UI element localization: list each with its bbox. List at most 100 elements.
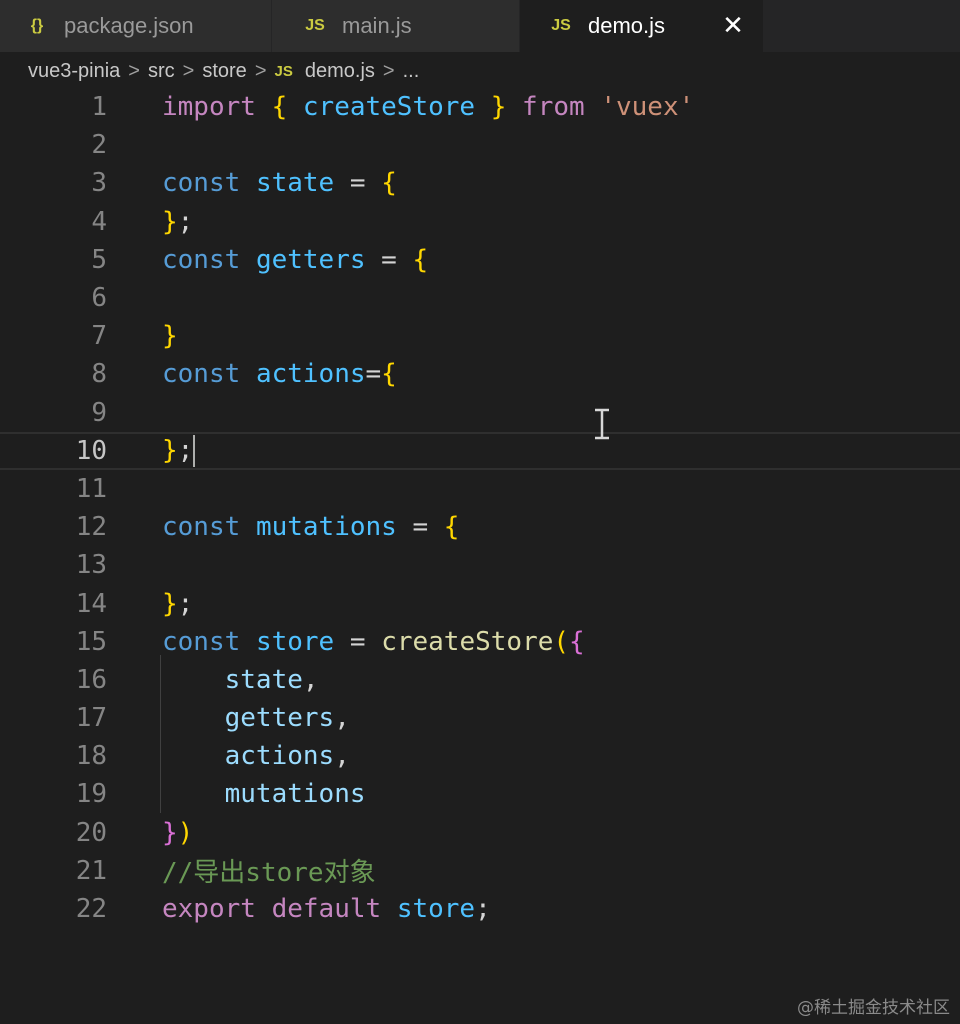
code-token: state xyxy=(255,168,335,199)
code-line[interactable]: 15 const store = createStore({ xyxy=(0,623,960,661)
close-icon[interactable]: ✕ xyxy=(721,10,745,40)
code-line[interactable]: 13 xyxy=(0,546,960,584)
code-token: ) xyxy=(177,817,194,848)
breadcrumb-item-src[interactable]: src xyxy=(148,60,175,83)
code-line[interactable]: 10}; xyxy=(0,431,960,470)
code-line[interactable]: 22 export default store; xyxy=(0,890,960,928)
code-token: getters xyxy=(255,244,366,275)
code-token: const xyxy=(162,626,241,657)
code-area[interactable]: 1 import { createStore } from 'vuex' 2 3 con… xyxy=(0,88,960,928)
code-token: } xyxy=(490,92,507,123)
code-line[interactable]: 11 xyxy=(0,470,960,508)
js-file-icon: JS xyxy=(305,17,325,34)
breadcrumb-item-store[interactable]: store xyxy=(202,60,246,83)
code-text: const store = createStore({ xyxy=(162,627,585,657)
code-line[interactable]: 2 xyxy=(0,126,960,164)
line-number: 10 xyxy=(75,435,107,466)
code-line[interactable]: 14}; xyxy=(0,584,960,622)
code-line[interactable]: 19 mutations xyxy=(0,775,960,813)
code-line[interactable]: 21 //导出store对象 xyxy=(0,852,960,890)
line-number: 14 xyxy=(75,588,107,619)
code-editor: {} package.json JS main.js JS demo.js ✕ … xyxy=(0,0,960,1024)
line-number: 11 xyxy=(75,473,107,504)
code-line[interactable]: 3 const state = { xyxy=(0,164,960,202)
code-token: mutations xyxy=(255,512,397,543)
code-token: ; xyxy=(177,206,194,237)
code-token: actions xyxy=(224,741,335,772)
code-text: state, xyxy=(162,665,319,695)
code-token: , xyxy=(302,664,319,695)
code-token: mutations xyxy=(224,779,366,810)
code-line[interactable]: 6 xyxy=(0,279,960,317)
code-line[interactable]: 12 const mutations = { xyxy=(0,508,960,546)
code-line[interactable]: 8 const actions={ xyxy=(0,355,960,393)
code-text: const mutations = { xyxy=(162,512,459,542)
tab-label: main.js xyxy=(342,13,412,38)
indent-guide xyxy=(160,655,161,813)
code-line[interactable]: 5 const getters = { xyxy=(0,241,960,279)
code-token: } xyxy=(162,435,178,466)
tab-label: package.json xyxy=(64,13,194,38)
code-token: = xyxy=(334,626,382,657)
code-text: }; xyxy=(162,207,193,237)
code-line[interactable]: 16 state, xyxy=(0,661,960,699)
tab-main-js[interactable]: JS main.js xyxy=(272,0,520,52)
code-token: { xyxy=(271,92,288,123)
code-token: state xyxy=(224,664,303,695)
code-token: createStore xyxy=(381,626,554,657)
code-token: } xyxy=(162,588,178,619)
code-token: ; xyxy=(177,435,194,466)
code-token: = xyxy=(365,244,413,275)
code-token: { xyxy=(443,512,460,543)
code-line[interactable]: 20}) xyxy=(0,814,960,852)
code-line[interactable]: 9 xyxy=(0,394,960,432)
code-token: const xyxy=(162,168,241,199)
code-token: //导出store对象 xyxy=(162,858,376,889)
line-number: 5 xyxy=(91,244,107,275)
code-text: actions, xyxy=(162,741,350,771)
breadcrumb-item-project[interactable]: vue3-pinia xyxy=(28,60,120,83)
code-token: getters xyxy=(224,703,335,734)
code-text: //导出store对象 xyxy=(162,852,376,889)
code-line[interactable]: 7} xyxy=(0,317,960,355)
code-token: actions xyxy=(255,359,366,390)
line-number: 16 xyxy=(75,664,107,695)
code-token: ( xyxy=(553,626,570,657)
code-token: ; xyxy=(177,588,194,619)
line-number: 17 xyxy=(75,703,107,734)
text-cursor-icon xyxy=(595,408,609,440)
breadcrumb-item-file[interactable]: demo.js xyxy=(305,60,375,83)
code-token: createStore xyxy=(302,92,476,123)
code-line[interactable]: 4}; xyxy=(0,203,960,241)
code-token: 'vuex' xyxy=(600,92,695,123)
code-text: }) xyxy=(162,818,193,848)
line-number: 22 xyxy=(75,894,107,925)
line-number: 1 xyxy=(91,92,107,123)
code-line[interactable]: 1 import { createStore } from 'vuex' xyxy=(0,88,960,126)
line-number: 6 xyxy=(91,283,107,314)
code-text: const state = { xyxy=(162,168,397,198)
line-number: 4 xyxy=(91,206,107,237)
code-text: mutations xyxy=(162,779,366,809)
line-number: 7 xyxy=(91,321,107,352)
breadcrumb-ellipsis[interactable]: ... xyxy=(403,60,420,83)
code-text: const getters = { xyxy=(162,245,428,275)
code-token: } xyxy=(162,817,178,848)
code-token: { xyxy=(569,626,585,657)
line-number: 9 xyxy=(91,397,107,428)
code-line[interactable]: 17 getters, xyxy=(0,699,960,737)
code-token: from xyxy=(522,92,585,123)
tab-bar: {} package.json JS main.js JS demo.js ✕ xyxy=(0,0,960,52)
tab-demo-js[interactable]: JS demo.js ✕ xyxy=(520,0,764,52)
tab-package-json[interactable]: {} package.json xyxy=(0,0,272,52)
code-line[interactable]: 18 actions, xyxy=(0,737,960,775)
